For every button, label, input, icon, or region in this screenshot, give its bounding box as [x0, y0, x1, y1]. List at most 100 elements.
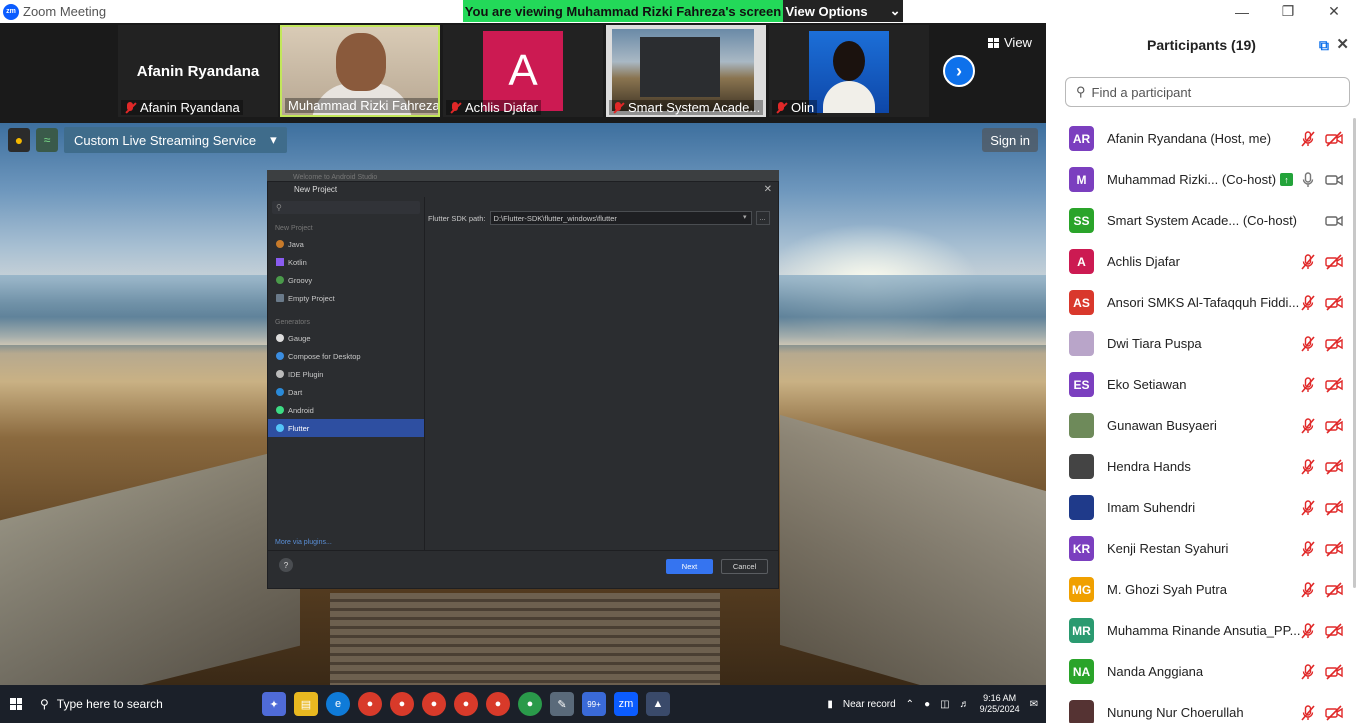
- sdk-path-field[interactable]: D:\Flutter-SDK\flutter_windows\flutter ▾: [489, 211, 752, 225]
- video-tile-smart-system[interactable]: Smart System Acade...: [606, 25, 766, 117]
- taskbar-search[interactable]: ⚲ Type here to search: [32, 691, 222, 717]
- participant-row[interactable]: Hendra Hands: [1046, 446, 1357, 487]
- restore-button[interactable]: ❐: [1265, 0, 1311, 23]
- chrome-icon[interactable]: ●: [486, 692, 510, 716]
- mic-muted-icon[interactable]: [1299, 581, 1317, 599]
- chrome-icon[interactable]: ●: [422, 692, 446, 716]
- android-studio-icon[interactable]: ▲: [646, 692, 670, 716]
- mic-muted-icon[interactable]: [1299, 130, 1317, 148]
- item-java[interactable]: Java: [268, 235, 424, 253]
- video-off-icon[interactable]: [1325, 253, 1343, 271]
- participant-row[interactable]: NA Nanda Anggiana: [1046, 651, 1357, 692]
- item-empty-project[interactable]: Empty Project: [268, 289, 424, 307]
- item-gauge[interactable]: Gauge: [268, 329, 424, 347]
- minimize-button[interactable]: —: [1219, 0, 1265, 23]
- help-icon[interactable]: ?: [279, 558, 293, 572]
- next-page-button[interactable]: ›: [943, 55, 975, 87]
- video-off-icon[interactable]: [1325, 130, 1343, 148]
- video-off-icon[interactable]: [1325, 663, 1343, 681]
- participant-row[interactable]: MG M. Ghozi Syah Putra: [1046, 569, 1357, 610]
- mail-icon[interactable]: 99+: [582, 692, 606, 716]
- video-off-icon[interactable]: [1325, 622, 1343, 640]
- mic-muted-icon[interactable]: [1299, 253, 1317, 271]
- video-off-icon[interactable]: [1325, 581, 1343, 599]
- participant-row[interactable]: Gunawan Busyaeri: [1046, 405, 1357, 446]
- zoom-app-icon[interactable]: zm: [614, 692, 638, 716]
- dialog-close-icon[interactable]: ✕: [764, 184, 772, 195]
- microphone-icon[interactable]: [1299, 171, 1317, 189]
- mic-muted-icon[interactable]: [1299, 540, 1317, 558]
- browse-button[interactable]: ...: [755, 211, 770, 225]
- notes-icon[interactable]: ✎: [550, 692, 574, 716]
- participant-row[interactable]: KR Kenji Restan Syahuri: [1046, 528, 1357, 569]
- video-off-icon[interactable]: [1325, 335, 1343, 353]
- participant-row[interactable]: Nunung Nur Choerullah: [1046, 692, 1357, 723]
- microphone-icon[interactable]: ●: [924, 699, 930, 710]
- item-dart[interactable]: Dart: [268, 383, 424, 401]
- mic-muted-icon[interactable]: [1299, 335, 1317, 353]
- mic-muted-icon[interactable]: [1299, 376, 1317, 394]
- next-button[interactable]: Next: [666, 559, 713, 574]
- chrome-icon[interactable]: ●: [518, 692, 542, 716]
- video-off-icon[interactable]: [1325, 704, 1343, 722]
- sign-in-button[interactable]: Sign in: [982, 128, 1038, 152]
- pop-out-icon[interactable]: ⧉: [1319, 37, 1329, 54]
- close-window-button[interactable]: ✕: [1311, 0, 1357, 23]
- live-stream-icon[interactable]: ≈: [36, 128, 58, 152]
- security-shield-icon[interactable]: ●: [8, 128, 30, 152]
- mic-muted-icon[interactable]: [1299, 663, 1317, 681]
- participant-row[interactable]: ES Eko Setiawan: [1046, 364, 1357, 405]
- video-camera-icon[interactable]: [1325, 171, 1343, 189]
- more-plugins-link[interactable]: More via plugins...: [275, 539, 332, 546]
- streaming-service-dropdown[interactable]: Custom Live Streaming Service ▾: [64, 127, 287, 153]
- participant-row[interactable]: AS Ansori SMKS Al-Tafaqquh Fiddi...: [1046, 282, 1357, 323]
- video-off-icon[interactable]: [1325, 499, 1343, 517]
- mic-muted-icon[interactable]: [1299, 499, 1317, 517]
- file-explorer-icon[interactable]: ▤: [294, 692, 318, 716]
- mic-muted-icon[interactable]: [1299, 294, 1317, 312]
- edge-icon[interactable]: e: [326, 692, 350, 716]
- project-search-input[interactable]: ⚲: [272, 201, 420, 214]
- participant-row[interactable]: Imam Suhendri: [1046, 487, 1357, 528]
- participant-row[interactable]: A Achlis Djafar: [1046, 241, 1357, 282]
- participant-row[interactable]: MR Muhamma Rinande Ansutia_PP...: [1046, 610, 1357, 651]
- participant-row[interactable]: Dwi Tiara Puspa: [1046, 323, 1357, 364]
- clock[interactable]: 9:16 AM 9/25/2024: [980, 693, 1020, 715]
- volume-icon[interactable]: ♬: [960, 699, 970, 710]
- item-groovy[interactable]: Groovy: [268, 271, 424, 289]
- view-options-button[interactable]: View Options ⌄: [783, 0, 903, 22]
- notification-icon[interactable]: ✉: [1030, 699, 1038, 710]
- network-icon[interactable]: ◫: [940, 699, 949, 710]
- video-tile-olin[interactable]: Olin: [769, 25, 929, 117]
- chrome-icon[interactable]: ●: [358, 692, 382, 716]
- scrollbar[interactable]: [1353, 118, 1356, 588]
- video-off-icon[interactable]: [1325, 458, 1343, 476]
- cancel-button[interactable]: Cancel: [721, 559, 768, 574]
- participant-search-input[interactable]: ⚲ Find a participant: [1065, 77, 1350, 107]
- video-off-icon[interactable]: [1325, 376, 1343, 394]
- video-tile-afanin[interactable]: Afanin Ryandana Afanin Ryandana: [118, 25, 278, 117]
- participant-row[interactable]: SS Smart System Acade... (Co-host): [1046, 200, 1357, 241]
- close-icon[interactable]: ✕: [1336, 35, 1349, 53]
- item-ide-plugin[interactable]: IDE Plugin: [268, 365, 424, 383]
- mic-muted-icon[interactable]: [1299, 458, 1317, 476]
- video-off-icon[interactable]: [1325, 540, 1343, 558]
- mic-muted-icon[interactable]: [1299, 417, 1317, 435]
- video-off-icon[interactable]: [1325, 294, 1343, 312]
- chrome-icon[interactable]: ●: [454, 692, 478, 716]
- start-button[interactable]: [0, 691, 32, 717]
- video-off-icon[interactable]: [1325, 417, 1343, 435]
- participant-row[interactable]: M Muhammad Rizki... (Co-host) ↑: [1046, 159, 1357, 200]
- chevron-up-icon[interactable]: ⌃: [906, 699, 914, 710]
- mic-muted-icon[interactable]: [1299, 622, 1317, 640]
- copilot-icon[interactable]: ✦: [262, 692, 286, 716]
- item-android[interactable]: Android: [268, 401, 424, 419]
- view-button[interactable]: View: [988, 35, 1032, 50]
- item-flutter[interactable]: Flutter: [268, 419, 424, 437]
- video-tile-achlis[interactable]: A Achlis Djafar: [443, 25, 603, 117]
- video-tile-rizki[interactable]: Muhammad Rizki Fahreza: [280, 25, 440, 117]
- chrome-icon[interactable]: ●: [390, 692, 414, 716]
- shared-screen[interactable]: ● ≈ Custom Live Streaming Service ▾ Sign…: [0, 123, 1046, 685]
- participant-row[interactable]: AR Afanin Ryandana (Host, me): [1046, 118, 1357, 159]
- item-kotlin[interactable]: Kotlin: [268, 253, 424, 271]
